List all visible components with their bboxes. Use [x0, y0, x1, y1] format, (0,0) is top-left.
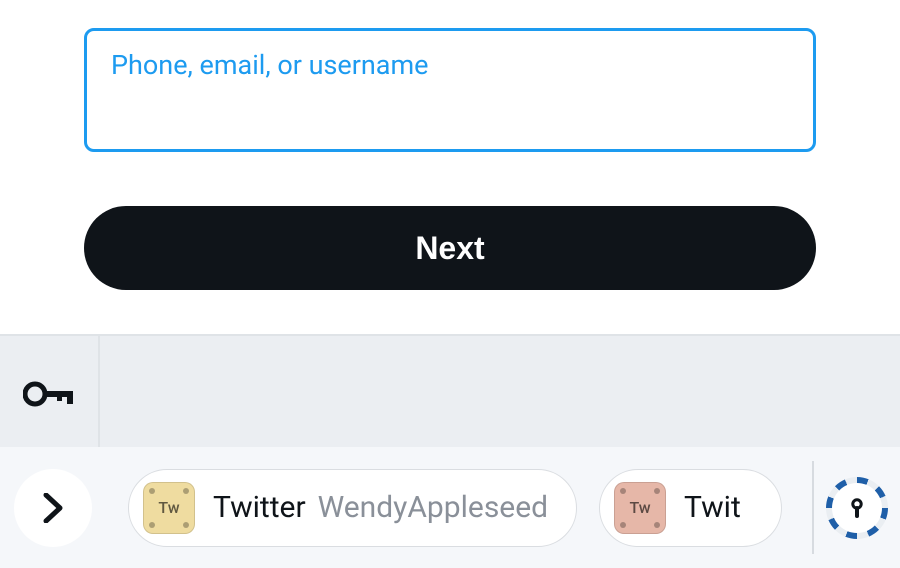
expand-suggestions-button[interactable]	[14, 469, 92, 547]
suggestion-service: Twit	[684, 490, 741, 525]
keyboard-divider	[98, 336, 100, 452]
identifier-field-wrap[interactable]: Phone, email, or username	[84, 28, 816, 152]
autofill-suggestion[interactable]: Tw Twit	[599, 469, 782, 547]
keyboard-upper-row	[0, 336, 900, 452]
suggestion-end-divider	[812, 461, 814, 554]
password-manager-icon	[832, 483, 882, 533]
autofill-suggestions: Tw Twitter WendyAppleseed Tw Twit	[128, 469, 886, 547]
service-tile-icon: Tw	[614, 482, 666, 534]
password-manager-button[interactable]	[826, 477, 888, 539]
suggestion-service: Twitter	[213, 490, 306, 525]
chevron-right-icon	[42, 493, 64, 523]
password-key-button[interactable]	[0, 379, 98, 409]
key-icon	[23, 379, 75, 409]
service-tile-icon: Tw	[143, 482, 195, 534]
suggestion-account: WendyAppleseed	[318, 490, 548, 525]
autofill-suggestion[interactable]: Tw Twitter WendyAppleseed	[128, 469, 577, 547]
login-form: Phone, email, or username Next	[0, 0, 900, 290]
keyboard-accessory: Tw Twitter WendyAppleseed Tw Twit	[0, 334, 900, 568]
next-button[interactable]: Next	[84, 206, 816, 290]
identifier-label: Phone, email, or username	[111, 49, 789, 81]
identifier-input[interactable]	[111, 87, 789, 123]
autofill-suggestion-bar: Tw Twitter WendyAppleseed Tw Twit	[0, 447, 900, 568]
service-tile-text: Tw	[158, 498, 179, 517]
service-tile-text: Tw	[629, 498, 650, 517]
